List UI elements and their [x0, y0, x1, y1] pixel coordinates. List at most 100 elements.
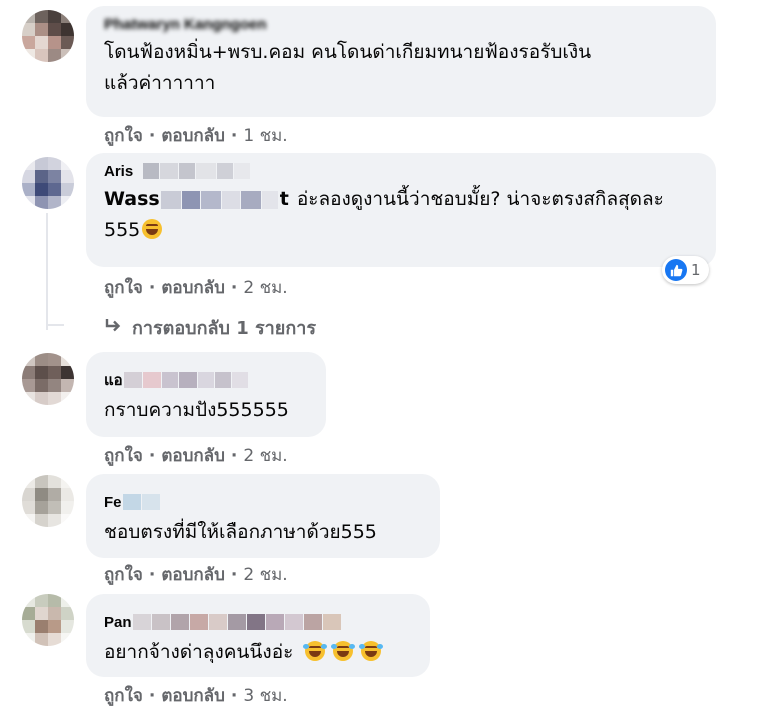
redacted-block	[322, 614, 341, 630]
reply-arrow-icon	[104, 317, 122, 338]
view-replies-link[interactable]: การตอบกลับ 1 รายการ	[104, 313, 316, 342]
author-name[interactable]: Phatwaryn Kangngoen	[104, 16, 267, 33]
like-link[interactable]: ถูกใจ	[104, 682, 143, 709]
comment-bubble: Phatwaryn Kangngoen โดนฟ้องหมิ่น+พรบ.คอม…	[86, 6, 716, 117]
separator-dot: ·	[148, 564, 156, 585]
like-link[interactable]: ถูกใจ	[104, 442, 143, 469]
separator-dot: ·	[148, 277, 156, 298]
redacted-block	[123, 372, 142, 388]
redacted-block	[179, 163, 196, 179]
comment-text: อยากจ้างด่าลุงคนนึงอ่ะ	[104, 637, 414, 668]
avatar[interactable]	[22, 353, 74, 405]
redacted-block	[246, 614, 265, 630]
reaction-count: 1	[691, 261, 701, 279]
separator-dot: ·	[230, 685, 238, 706]
comment-author[interactable]: Aris	[104, 162, 700, 180]
redacted-block	[142, 372, 161, 388]
redacted-block	[143, 163, 160, 179]
reply-link[interactable]: ตอบกลับ	[161, 682, 225, 709]
comment-actions: ถูกใจ · ตอบกลับ · 3 ชม.	[104, 682, 288, 709]
like-link[interactable]: ถูกใจ	[104, 274, 143, 301]
redacted-block	[214, 372, 231, 388]
redacted-block	[161, 372, 178, 388]
comment-text-line: 555	[104, 215, 700, 246]
comment-text: กราบความปัง555555	[104, 399, 289, 421]
separator-dot: ·	[148, 125, 156, 146]
rofl-emoji-icon	[303, 641, 328, 661]
mention-link[interactable]: Wass t	[104, 184, 289, 215]
redacted-block	[303, 614, 322, 630]
comment-bubble: Aris Wass t อ่ะลองดูงานนี้ว่าชอบมั้ย? น่…	[86, 153, 716, 267]
redacted-block	[160, 190, 181, 209]
separator-dot: ·	[230, 445, 238, 466]
author-name[interactable]: Fe	[104, 494, 122, 511]
redacted-block	[265, 614, 284, 630]
redacted-block	[261, 190, 278, 209]
comment-text-line: โดนฟ้องหมิ่น+พรบ.คอม คนโดนด่าเกียมทนายฟ้…	[104, 41, 592, 63]
comment-text-content: อยากจ้างด่าลุงคนนึงอ่ะ	[104, 641, 294, 663]
author-name[interactable]: Aris	[104, 163, 133, 180]
redacted-block	[170, 614, 189, 630]
redacted-block	[141, 494, 160, 510]
comment-text: โดนฟ้องหมิ่น+พรบ.คอม คนโดนด่าเกียมทนายฟ้…	[104, 37, 700, 99]
comment-author[interactable]: Pan	[104, 613, 414, 631]
thread-branch	[46, 324, 64, 326]
redacted-block	[160, 163, 179, 179]
mention-text-start: Wass	[104, 188, 160, 210]
comment-author[interactable]: Fe	[104, 493, 424, 511]
comment-author[interactable]: แอ	[104, 371, 310, 389]
comment-actions: ถูกใจ · ตอบกลับ · 2 ชม.	[104, 442, 288, 469]
timestamp[interactable]: 3 ชม.	[243, 682, 287, 709]
reply-link[interactable]: ตอบกลับ	[161, 442, 225, 469]
redacted-block	[181, 190, 200, 209]
redacted-block	[122, 494, 141, 510]
redacted-block	[231, 372, 248, 388]
reaction-summary[interactable]: 1	[662, 256, 709, 284]
comment-text-rest: อ่ะลองดูงานนี้ว่าชอบมั้ย? น่าจะตรงสกิลสุ…	[296, 188, 664, 210]
rofl-emoji-icon	[359, 641, 384, 661]
redacted-block	[151, 614, 170, 630]
author-name[interactable]: แอ	[104, 368, 123, 392]
author-name[interactable]: Pan	[104, 614, 132, 631]
avatar[interactable]	[22, 157, 74, 209]
avatar[interactable]	[22, 475, 74, 527]
timestamp[interactable]: 2 ชม.	[243, 561, 287, 588]
like-link[interactable]: ถูกใจ	[104, 122, 143, 149]
comment-actions: ถูกใจ · ตอบกลับ · 2 ชม.	[104, 274, 288, 301]
redacted-block	[240, 190, 261, 209]
timestamp[interactable]: 2 ชม.	[243, 274, 287, 301]
comment-author[interactable]: Phatwaryn Kangngoen	[104, 15, 700, 33]
rofl-emoji-icon	[331, 641, 356, 661]
like-reaction-icon	[665, 259, 687, 281]
like-link[interactable]: ถูกใจ	[104, 561, 143, 588]
laughing-emoji-icon	[142, 219, 163, 239]
redacted-block	[208, 614, 227, 630]
comment-text-line2: 555	[104, 219, 141, 241]
timestamp[interactable]: 2 ชม.	[243, 442, 287, 469]
separator-dot: ·	[148, 445, 156, 466]
reply-link[interactable]: ตอบกลับ	[161, 561, 225, 588]
reply-link[interactable]: ตอบกลับ	[161, 274, 225, 301]
redacted-block	[221, 190, 240, 209]
mention-text-end: t	[279, 188, 289, 210]
timestamp[interactable]: 1 ชม.	[243, 122, 287, 149]
separator-dot: ·	[230, 564, 238, 585]
thread-line	[46, 213, 48, 330]
avatar[interactable]	[22, 594, 74, 646]
redacted-block	[196, 163, 217, 179]
separator-dot: ·	[230, 125, 238, 146]
reply-link[interactable]: ตอบกลับ	[161, 122, 225, 149]
comment-text: Wass t อ่ะลองดูงานนี้ว่าชอบมั้ย? น่าจะตร…	[104, 184, 700, 246]
redacted-block	[284, 614, 303, 630]
redacted-block	[234, 163, 251, 179]
comment-bubble: แอ กราบความปัง555555	[86, 352, 326, 437]
redacted-block	[227, 614, 246, 630]
comment-text-line: แล้วค่าาาาาา	[104, 72, 216, 94]
redacted-block	[200, 190, 221, 209]
redacted-block	[197, 372, 214, 388]
avatar[interactable]	[22, 10, 74, 62]
comment-text-line: Wass t อ่ะลองดูงานนี้ว่าชอบมั้ย? น่าจะตร…	[104, 184, 700, 215]
redacted-block	[189, 614, 208, 630]
redacted-block	[132, 614, 151, 630]
replies-label[interactable]: การตอบกลับ 1 รายการ	[132, 313, 316, 342]
